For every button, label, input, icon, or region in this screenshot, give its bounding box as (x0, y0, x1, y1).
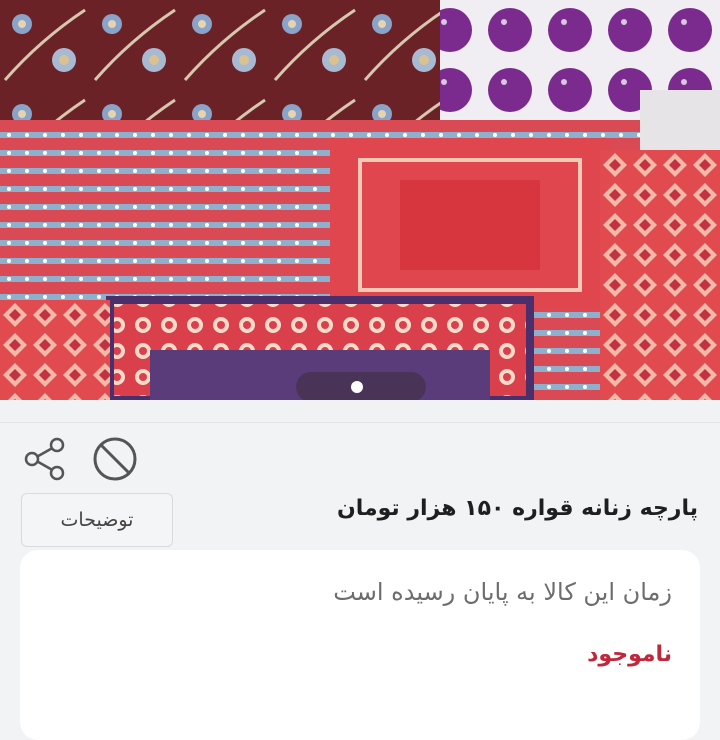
product-title: پارچه زنانه قواره ۱۵۰ هزار تومان (336, 496, 698, 521)
image-pager (296, 372, 426, 400)
section-divider (0, 400, 720, 423)
share-icon (24, 437, 65, 481)
share-button[interactable] (20, 434, 70, 484)
product-image[interactable] (0, 0, 720, 400)
description-button[interactable]: توضیحات (21, 493, 173, 547)
availability-card: زمان این کالا به پایان رسیده است ناموجود (20, 550, 700, 740)
out-of-stock-label: ناموجود (587, 642, 672, 667)
prohibit-icon (93, 437, 137, 481)
report-button[interactable] (90, 434, 140, 484)
pager-dot-active[interactable] (351, 381, 363, 393)
fabric-photo (0, 0, 720, 400)
expired-notice: زمان این کالا به پایان رسیده است (333, 578, 672, 606)
